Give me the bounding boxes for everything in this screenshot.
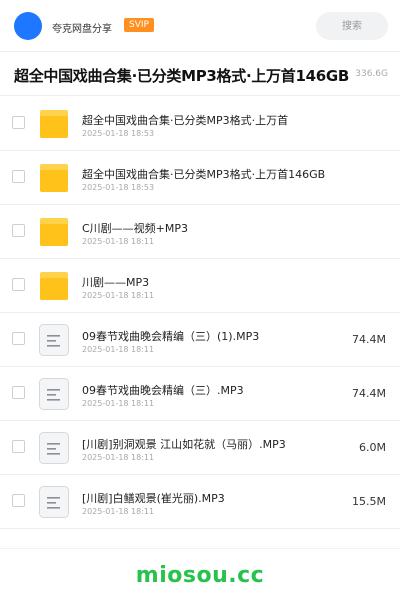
file-name: C川剧——视频+MP3	[82, 222, 189, 235]
file-date: 2025-01-18 18:11	[82, 237, 155, 246]
row-checkbox[interactable]	[12, 440, 25, 453]
search-input[interactable]	[316, 12, 388, 40]
file-row[interactable]: 超全中国戏曲合集·已分类MP3格式·上万首 2025-01-18 18:53	[0, 97, 400, 151]
audio-file-icon	[39, 432, 69, 464]
file-name: 超全中国戏曲合集·已分类MP3格式·上万首	[82, 114, 289, 127]
file-row[interactable]: C川剧——视频+MP3 2025-01-18 18:11	[0, 205, 400, 259]
audio-file-icon	[39, 486, 69, 518]
row-checkbox[interactable]	[12, 332, 25, 345]
file-name: [川剧]别洞观景 江山如花就（马丽）.MP3	[82, 438, 286, 451]
footer: miosou.cc	[0, 548, 400, 600]
file-date: 2025-01-18 18:53	[82, 129, 155, 138]
row-checkbox[interactable]	[12, 224, 25, 237]
folder-icon	[39, 162, 69, 194]
file-date: 2025-01-18 18:11	[82, 291, 155, 300]
row-checkbox[interactable]	[12, 386, 25, 399]
file-size: 74.4M	[352, 333, 386, 346]
file-row[interactable]: [川剧]白鳝观景(崔光丽).MP3 2025-01-18 18:11 15.5M	[0, 475, 400, 529]
file-name: 09春节戏曲晚会精编（三）(1).MP3	[82, 330, 260, 343]
file-name: [川剧]白鳝观景(崔光丽).MP3	[82, 492, 225, 505]
row-checkbox[interactable]	[12, 494, 25, 507]
folder-icon	[39, 216, 69, 248]
row-checkbox[interactable]	[12, 116, 25, 129]
svip-badge: SVIP	[124, 18, 154, 32]
row-checkbox[interactable]	[12, 278, 25, 291]
sharer-name: 夸克网盘分享	[52, 24, 112, 35]
avatar[interactable]	[14, 12, 42, 40]
file-date: 2025-01-18 18:53	[82, 183, 155, 192]
watermark-text: miosou.cc	[135, 563, 265, 588]
file-name: 09春节戏曲晚会精编（三）.MP3	[82, 384, 244, 397]
share-page: 夸克网盘分享 SVIP 336.6G 超全中国戏曲合集·已分类MP3格式·上万首…	[0, 0, 400, 600]
total-size: 336.6G	[353, 69, 388, 79]
header-bar: 夸克网盘分享 SVIP	[0, 0, 400, 52]
share-title: 超全中国戏曲合集·已分类MP3格式·上万首146GB	[14, 67, 350, 85]
file-row[interactable]: 川剧——MP3 2025-01-18 18:11	[0, 259, 400, 313]
file-date: 2025-01-18 18:11	[82, 453, 155, 462]
audio-file-icon	[39, 324, 69, 356]
audio-file-icon	[39, 378, 69, 410]
file-date: 2025-01-18 18:11	[82, 399, 155, 408]
file-list: 超全中国戏曲合集·已分类MP3格式·上万首 2025-01-18 18:53 超…	[0, 97, 400, 529]
file-date: 2025-01-18 18:11	[82, 345, 155, 354]
file-size: 74.4M	[352, 387, 386, 400]
file-row[interactable]: [川剧]别洞观景 江山如花就（马丽）.MP3 2025-01-18 18:11 …	[0, 421, 400, 475]
folder-icon	[39, 108, 69, 140]
file-name: 超全中国戏曲合集·已分类MP3格式·上万首146GB	[82, 168, 326, 181]
row-checkbox[interactable]	[12, 170, 25, 183]
share-title-row: 336.6G 超全中国戏曲合集·已分类MP3格式·上万首146GB	[0, 52, 400, 96]
folder-icon	[39, 270, 69, 302]
file-size: 15.5M	[352, 495, 386, 508]
file-date: 2025-01-18 18:11	[82, 507, 155, 516]
file-row[interactable]: 超全中国戏曲合集·已分类MP3格式·上万首146GB 2025-01-18 18…	[0, 151, 400, 205]
file-row[interactable]: 09春节戏曲晚会精编（三）(1).MP3 2025-01-18 18:11 74…	[0, 313, 400, 367]
file-size: 6.0M	[359, 441, 386, 454]
file-row[interactable]: 09春节戏曲晚会精编（三）.MP3 2025-01-18 18:11 74.4M	[0, 367, 400, 421]
file-name: 川剧——MP3	[82, 276, 150, 289]
